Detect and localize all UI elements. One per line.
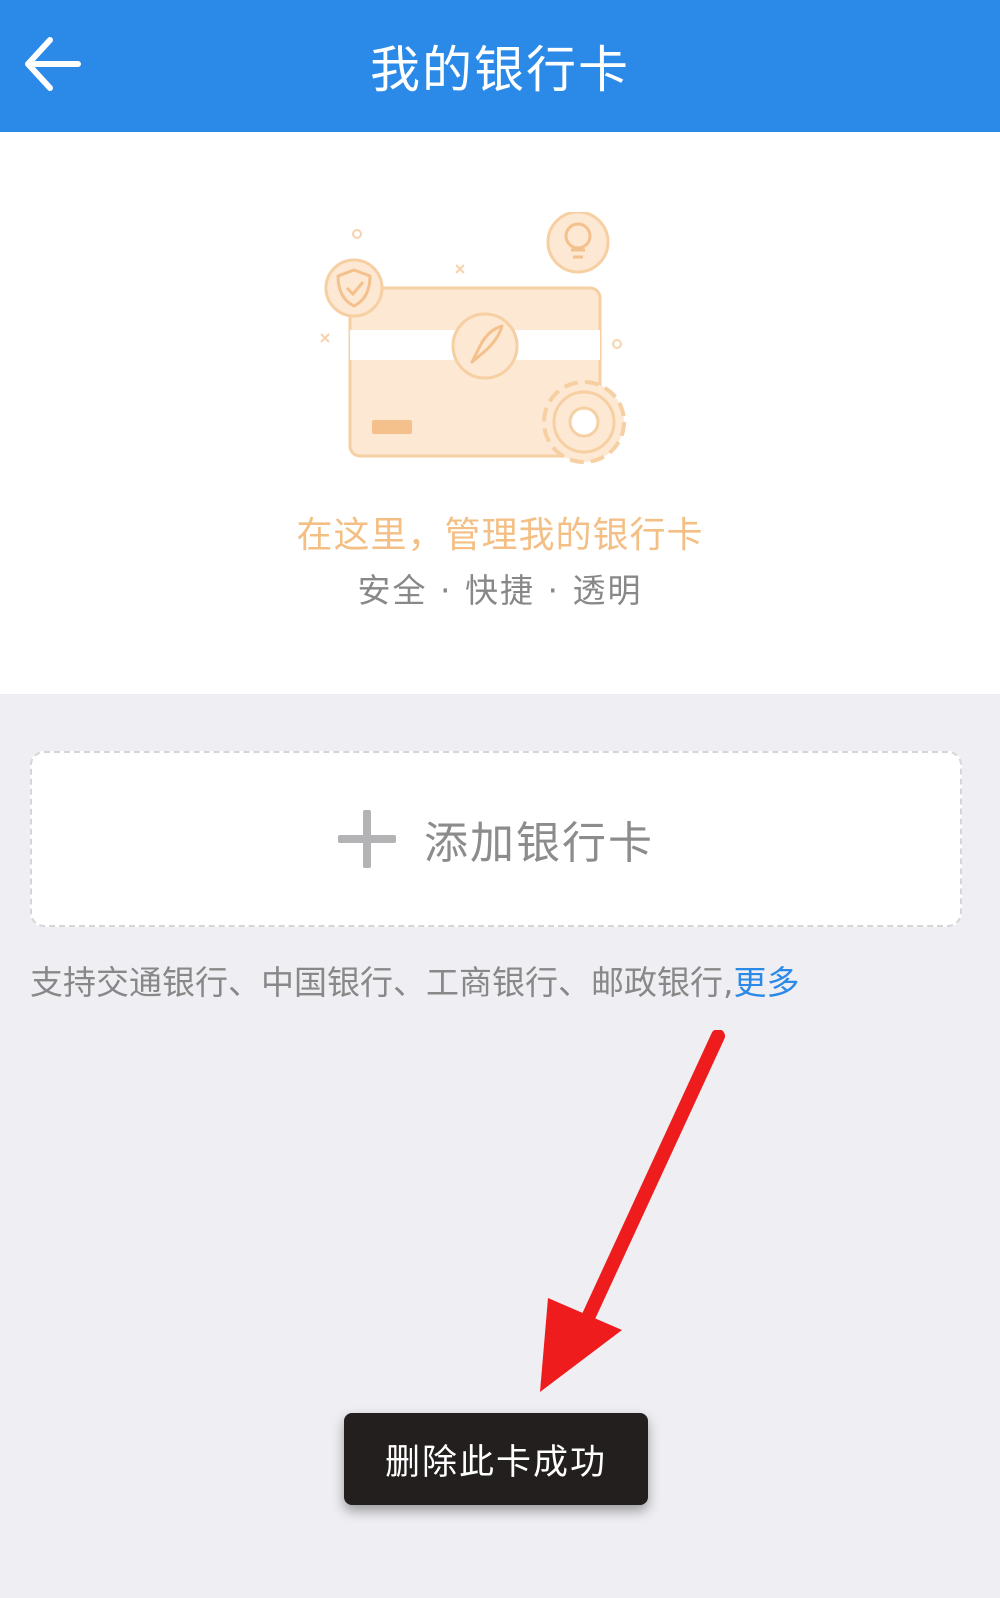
hero-tagline: 安全 · 快捷 · 透明 [357, 571, 643, 610]
supported-banks-text: 支持交通银行、中国银行、工商银行、邮政银行,更多 [30, 956, 800, 1004]
toast-notification: 删除此卡成功 [344, 1413, 648, 1505]
toast-message: 删除此卡成功 [384, 1442, 607, 1483]
plus-icon [338, 810, 396, 868]
add-bank-card-label: 添加银行卡 [424, 818, 654, 869]
hero-section: 在这里，管理我的银行卡 安全 · 快捷 · 透明 [0, 132, 1000, 694]
bank-card-illustration [320, 212, 626, 464]
page-title: 我的银行卡 [370, 41, 630, 99]
header-bar: 我的银行卡 [0, 0, 1000, 132]
more-banks-link[interactable]: 更多 [734, 963, 800, 1002]
hero-headline: 在这里，管理我的银行卡 [296, 515, 704, 556]
red-arrow-icon [540, 1030, 725, 1392]
add-bank-card-button[interactable]: 添加银行卡 [30, 751, 962, 927]
supported-banks-list: 支持交通银行、中国银行、工商银行、邮政银行, [30, 963, 734, 1002]
